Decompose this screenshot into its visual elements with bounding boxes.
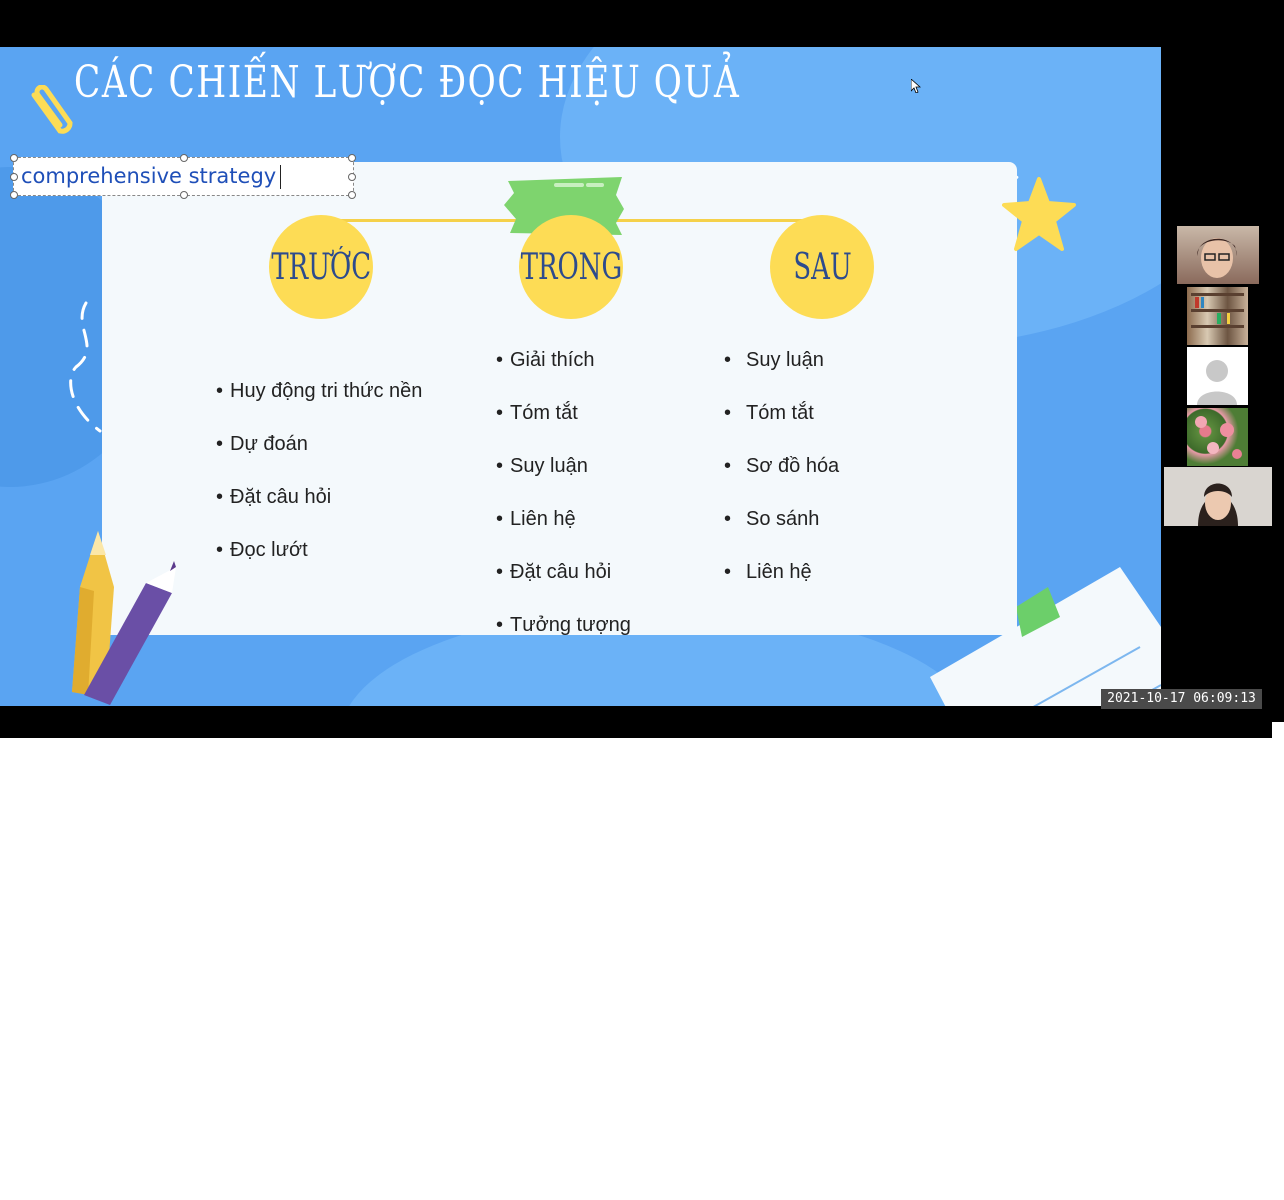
slide-title: CÁC CHIẾN LƯỢC ĐỌC HIỆU QUẢ: [74, 57, 741, 108]
strategy-list-before: Huy động tri thức nền Dự đoán Đặt câu hỏ…: [216, 378, 422, 590]
resize-handle[interactable]: [10, 173, 18, 181]
list-item: Liên hệ: [496, 506, 631, 559]
list-item: Huy động tri thức nền: [216, 378, 422, 431]
participant-video-icon: [1197, 238, 1237, 278]
list-item: Tưởng tượng: [496, 612, 631, 665]
stage-circle-after: SAU: [770, 215, 874, 319]
participant-video-tile[interactable]: [1187, 347, 1248, 405]
pencils-icon: [72, 531, 176, 705]
list-item: So sánh: [724, 506, 839, 559]
list-item: Tóm tắt: [496, 400, 631, 453]
list-item: Suy luận: [496, 453, 631, 506]
participant-video-tile[interactable]: [1177, 226, 1259, 284]
list-item: Sơ đồ hóa: [724, 453, 839, 506]
list-item: Đặt câu hỏi: [496, 559, 631, 612]
mouse-cursor-icon: [911, 79, 921, 93]
shared-slide: CÁC CHIẾN LƯỢC ĐỌC HIỆU QUẢ TRƯỚC TRONG …: [0, 47, 1161, 706]
resize-handle[interactable]: [348, 173, 356, 181]
participant-video-tile[interactable]: [1187, 287, 1248, 345]
stage-circle-before: TRƯỚC: [269, 215, 373, 319]
top-bar: [0, 0, 1284, 47]
resize-handle[interactable]: [348, 154, 356, 162]
participant-video-icon: [1195, 416, 1242, 459]
bottom-bar-edge: [1272, 706, 1284, 722]
paperclip-icon: [31, 85, 73, 134]
stage-heading: TRƯỚC: [271, 246, 371, 288]
list-item: Đọc lướt: [216, 537, 422, 590]
participant-video-icon: [1191, 293, 1244, 328]
list-item: Tóm tắt: [724, 400, 839, 453]
annotation-text[interactable]: comprehensive strategy: [21, 164, 276, 188]
resize-handle[interactable]: [348, 191, 356, 199]
participant-video-tile[interactable]: [1164, 467, 1272, 526]
text-caret: [280, 165, 281, 189]
recording-timestamp: 2021-10-17 06:09:13: [1101, 689, 1262, 709]
participant-video-tile[interactable]: [1187, 408, 1248, 466]
list-item: Đặt câu hỏi: [216, 484, 422, 537]
avatar-placeholder-icon: [1197, 360, 1237, 405]
strategy-list-after: Suy luận Tóm tắt Sơ đồ hóa So sánh Liên …: [724, 347, 839, 612]
stage-circle-during: TRONG: [519, 215, 623, 319]
annotation-textbox[interactable]: comprehensive strategy: [10, 154, 356, 199]
strategy-list-during: Giải thích Tóm tắt Suy luận Liên hệ Đặt …: [496, 347, 631, 665]
resize-handle[interactable]: [180, 191, 188, 199]
resize-handle[interactable]: [10, 154, 18, 162]
star-icon: [1002, 177, 1076, 251]
participant-video-icon: [1198, 483, 1238, 526]
resize-handle[interactable]: [10, 191, 18, 199]
list-item: Liên hệ: [724, 559, 839, 612]
stage-heading: SAU: [792, 246, 852, 288]
resize-handle[interactable]: [180, 154, 188, 162]
list-item: Dự đoán: [216, 431, 422, 484]
list-item: Suy luận: [724, 347, 839, 400]
list-item: Giải thích: [496, 347, 631, 400]
stage-heading: TRONG: [520, 246, 622, 288]
bottom-bar: [0, 706, 1272, 738]
